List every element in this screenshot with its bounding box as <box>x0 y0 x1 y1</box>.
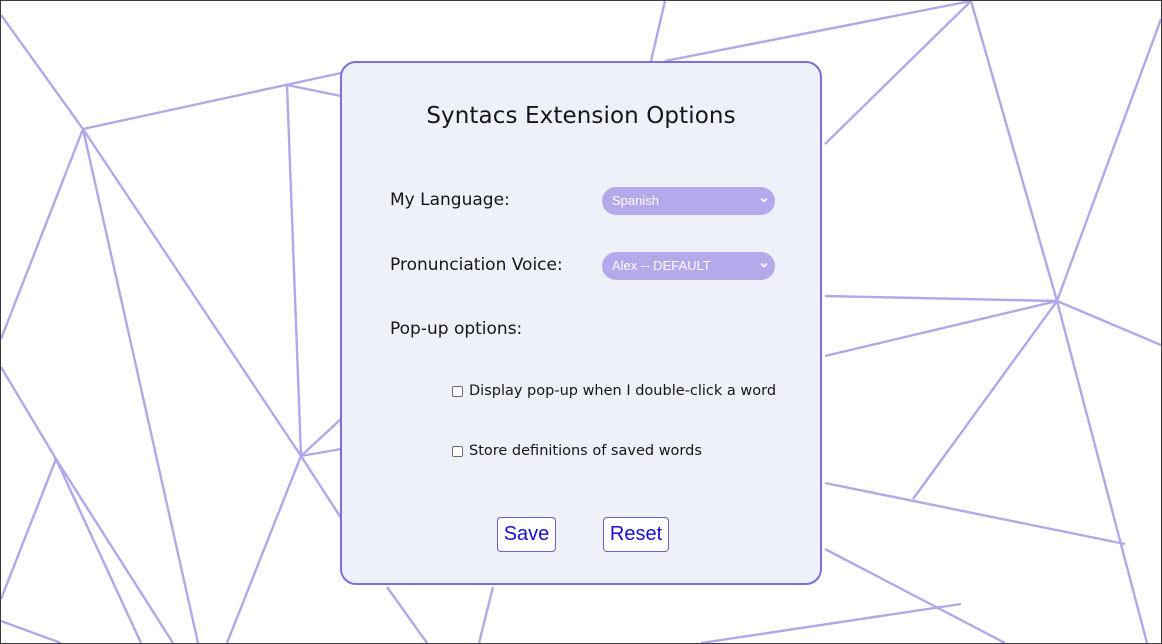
double-click-popup-checkbox[interactable] <box>452 385 463 397</box>
double-click-popup-option: Display pop-up when I double-click a wor… <box>452 383 776 399</box>
voice-label: Pronunciation Voice: <box>390 255 563 275</box>
store-definitions-label[interactable]: Store definitions of saved words <box>469 443 702 459</box>
page: Syntacs Extension Options My Language: S… <box>0 0 1162 644</box>
options-panel: Syntacs Extension Options My Language: S… <box>340 61 822 585</box>
voice-select[interactable]: Alex -- DEFAULT <box>602 252 775 280</box>
popup-options-heading: Pop-up options: <box>390 319 523 339</box>
store-definitions-checkbox[interactable] <box>452 445 463 457</box>
chevron-down-icon <box>760 262 768 268</box>
voice-select-value: Alex -- DEFAULT <box>612 258 711 273</box>
chevron-down-icon <box>760 197 768 203</box>
language-select-value: Spanish <box>612 193 659 208</box>
page-title: Syntacs Extension Options <box>426 103 736 129</box>
save-button[interactable]: Save <box>497 517 556 552</box>
reset-button[interactable]: Reset <box>603 517 669 552</box>
language-label: My Language: <box>390 190 510 210</box>
language-select[interactable]: Spanish <box>602 187 775 215</box>
double-click-popup-label[interactable]: Display pop-up when I double-click a wor… <box>469 383 776 399</box>
store-definitions-option: Store definitions of saved words <box>452 443 702 459</box>
